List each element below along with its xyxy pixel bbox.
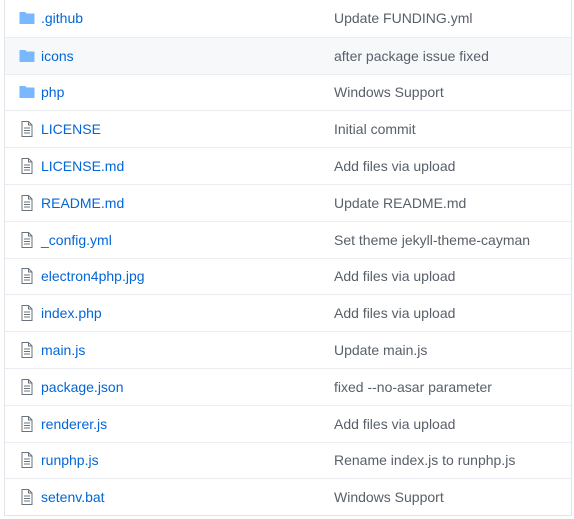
file-name-link[interactable]: runphp.js xyxy=(41,452,99,468)
file-name-link[interactable]: renderer.js xyxy=(41,416,107,432)
commit-message-link[interactable]: Windows Support xyxy=(334,489,444,505)
file-name-link[interactable]: README.md xyxy=(41,195,124,211)
file-row[interactable]: .github Update FUNDING.yml xyxy=(5,0,571,37)
folder-icon xyxy=(19,48,35,64)
file-name-link[interactable]: main.js xyxy=(41,342,85,358)
file-icon xyxy=(19,452,35,469)
file-name-link[interactable]: .github xyxy=(41,10,83,26)
commit-message-link[interactable]: Add files via upload xyxy=(334,158,455,174)
file-icon xyxy=(19,158,35,175)
file-row[interactable]: README.md Update README.md xyxy=(5,183,571,221)
file-name-link[interactable]: electron4php.jpg xyxy=(41,268,145,284)
commit-message-link[interactable]: Add files via upload xyxy=(334,305,455,321)
file-icon xyxy=(19,305,35,322)
file-row[interactable]: renderer.js Add files via upload xyxy=(5,404,571,442)
file-name-link[interactable]: setenv.bat xyxy=(41,489,105,505)
file-name-link[interactable]: php xyxy=(41,84,64,100)
file-icon xyxy=(19,415,35,432)
file-icon xyxy=(19,121,35,138)
commit-message-link[interactable]: Update README.md xyxy=(334,195,466,211)
commit-message-link[interactable]: Set theme jekyll-theme-cayman xyxy=(334,232,530,248)
commit-message-link[interactable]: Update main.js xyxy=(334,342,427,358)
file-row[interactable]: setenv.bat Windows Support xyxy=(5,478,571,515)
file-row[interactable]: LICENSE Initial commit xyxy=(5,110,571,147)
file-row[interactable]: electron4php.jpg Add files via upload xyxy=(5,257,571,295)
file-row[interactable]: php Windows Support xyxy=(5,73,571,111)
file-name-link[interactable]: LICENSE.md xyxy=(41,158,124,174)
file-name-link[interactable]: icons xyxy=(41,48,74,64)
file-list: .github Update FUNDING.yml icons after p… xyxy=(4,0,572,516)
file-icon xyxy=(19,231,35,248)
file-name-link[interactable]: index.php xyxy=(41,305,102,321)
commit-message-link[interactable]: Initial commit xyxy=(334,121,416,137)
file-icon xyxy=(19,268,35,285)
file-row[interactable]: _config.yml Set theme jekyll-theme-cayma… xyxy=(5,220,571,258)
file-row[interactable]: LICENSE.md Add files via upload xyxy=(5,147,571,184)
file-icon xyxy=(19,342,35,359)
folder-icon xyxy=(19,84,35,100)
file-name-link[interactable]: LICENSE xyxy=(41,121,101,137)
file-icon xyxy=(19,378,35,395)
file-row[interactable]: icons after package issue fixed xyxy=(5,36,571,74)
file-row[interactable]: main.js Update main.js xyxy=(5,331,571,368)
folder-icon xyxy=(19,10,35,26)
file-icon xyxy=(19,194,35,211)
commit-message-link[interactable]: fixed --no-asar parameter xyxy=(334,379,492,395)
commit-message-link[interactable]: after package issue fixed xyxy=(334,48,489,64)
commit-message-link[interactable]: Rename index.js to runphp.js xyxy=(334,452,515,468)
file-row[interactable]: package.json fixed --no-asar parameter xyxy=(5,367,571,405)
commit-message-link[interactable]: Add files via upload xyxy=(334,416,455,432)
commit-message-link[interactable]: Add files via upload xyxy=(334,268,455,284)
file-name-link[interactable]: package.json xyxy=(41,379,124,395)
file-row[interactable]: runphp.js Rename index.js to runphp.js xyxy=(5,441,571,479)
file-row[interactable]: index.php Add files via upload xyxy=(5,294,571,331)
file-icon xyxy=(19,489,35,506)
commit-message-link[interactable]: Update FUNDING.yml xyxy=(334,10,472,26)
file-name-link[interactable]: _config.yml xyxy=(41,232,112,248)
commit-message-link[interactable]: Windows Support xyxy=(334,84,444,100)
